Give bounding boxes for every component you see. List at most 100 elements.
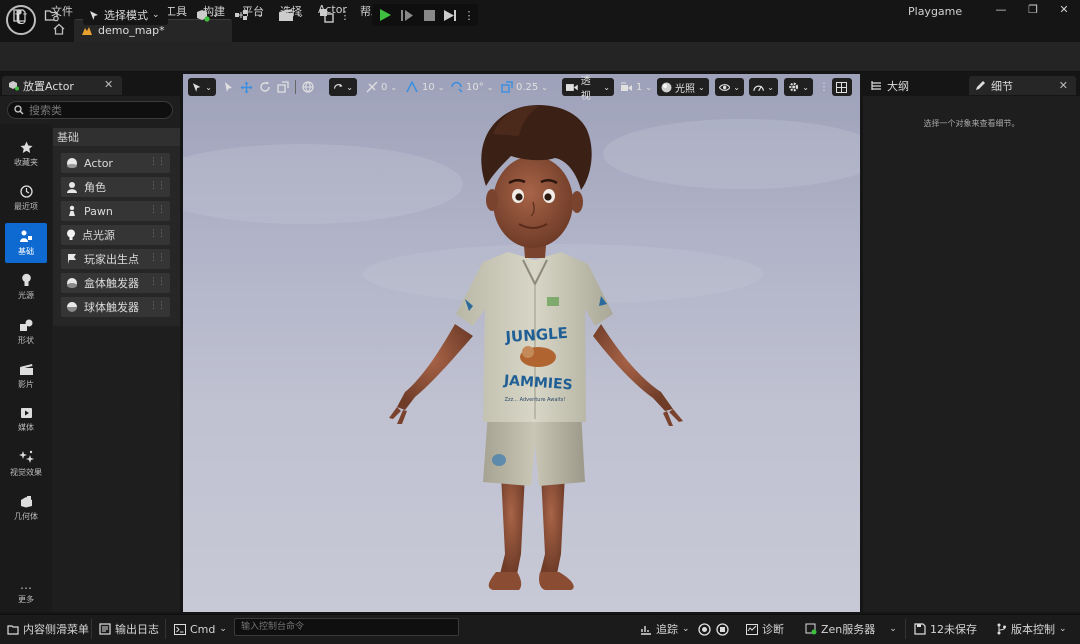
- category-more[interactable]: ⋯ 更多: [5, 575, 47, 615]
- category-lights[interactable]: 光源: [5, 267, 47, 307]
- play-icon[interactable]: [376, 4, 394, 26]
- eject-icon[interactable]: [441, 4, 459, 26]
- star-icon: [20, 141, 32, 153]
- close-window-button[interactable]: ✕: [1048, 0, 1080, 18]
- drag-grip-icon[interactable]: ⋮⋮: [149, 253, 166, 263]
- scale-snap-button[interactable]: 0.25 ⌄: [501, 78, 548, 96]
- category-geometry[interactable]: 几何体: [5, 488, 47, 528]
- select-tool-icon[interactable]: [223, 78, 234, 96]
- save-icon[interactable]: [9, 4, 29, 26]
- category-favorites[interactable]: 收藏夹: [5, 134, 47, 174]
- layout-icon: [836, 81, 847, 93]
- clock-icon: [19, 184, 33, 198]
- geometry-icon: [20, 495, 32, 507]
- category-recent[interactable]: 最近项: [5, 178, 47, 218]
- surface-snap-icon: [334, 83, 343, 89]
- move-tool-icon[interactable]: [240, 78, 253, 96]
- basic-shapes-icon: [20, 230, 32, 242]
- section-header: 基础: [53, 128, 180, 146]
- viewport-settings-button[interactable]: ⌄: [784, 78, 813, 96]
- minimize-button[interactable]: —: [985, 0, 1017, 18]
- diagnostics-button[interactable]: 诊断: [746, 619, 784, 639]
- bulb-icon: [67, 229, 75, 240]
- divider: [165, 619, 166, 639]
- category-cinematic[interactable]: 影片: [5, 356, 47, 396]
- close-tab-icon[interactable]: ✕: [1059, 79, 1068, 92]
- platforms-icon[interactable]: [317, 4, 335, 26]
- content-drawer-icon: [7, 625, 19, 635]
- drag-grip-icon[interactable]: ⋮⋮: [149, 205, 166, 215]
- cmd-dropdown[interactable]: Cmd ⌄: [174, 619, 227, 639]
- camera-speed-button[interactable]: 1 ⌄: [620, 78, 652, 96]
- close-tab-icon[interactable]: ✕: [104, 78, 113, 91]
- grid-snap-icon: [406, 81, 418, 93]
- actor-item-point-light[interactable]: 点光源 ⋮⋮: [61, 225, 170, 245]
- source-control-button[interactable]: 版本控制 ⌄: [996, 619, 1067, 639]
- cinematics-icon[interactable]: ⌄: [276, 4, 306, 26]
- translate-snap-button[interactable]: 0 ⌄: [366, 78, 397, 96]
- world-space-icon[interactable]: [302, 78, 314, 96]
- viewport-more-icon[interactable]: ⋮: [819, 78, 829, 96]
- category-visual-effects[interactable]: 视觉效果: [5, 444, 47, 484]
- details-empty-hint: 选择一个对象来查看细节。: [923, 119, 1020, 128]
- show-flags-button[interactable]: ⌄: [715, 78, 744, 96]
- actor-item-character[interactable]: 角色 ⋮⋮: [61, 177, 170, 197]
- viewport-layout-button[interactable]: [832, 78, 852, 96]
- shapes-icon: [20, 319, 33, 331]
- trace-button[interactable]: 追踪 ⌄: [640, 619, 690, 639]
- category-shapes[interactable]: 形状: [5, 312, 47, 352]
- lighting-mode-dropdown[interactable]: 光照 ⌄: [657, 78, 709, 96]
- search-placeholder: 搜索类: [29, 104, 62, 117]
- menu-tools[interactable]: 工具: [165, 3, 187, 19]
- rotate-snap-button[interactable]: 10° ⌄: [450, 78, 493, 96]
- category-media[interactable]: 媒体: [5, 400, 47, 440]
- drag-grip-icon[interactable]: ⋮⋮: [149, 181, 166, 191]
- toolbar-more-icon[interactable]: ⋮: [339, 4, 351, 26]
- actor-item-pawn[interactable]: Pawn ⋮⋮: [61, 201, 170, 221]
- content-browser-icon[interactable]: [41, 4, 63, 26]
- tab-outliner[interactable]: 大纲: [865, 76, 965, 95]
- grid-snap-button[interactable]: 10 ⌄: [406, 78, 444, 96]
- drag-grip-icon[interactable]: ⋮⋮: [149, 301, 166, 311]
- performance-button[interactable]: ⌄: [749, 78, 778, 96]
- outliner-icon: [871, 81, 881, 90]
- console-command-input[interactable]: [234, 618, 459, 636]
- category-basic[interactable]: 基础: [5, 223, 47, 263]
- rotate-tool-icon[interactable]: [259, 78, 271, 96]
- actor-item-actor[interactable]: Actor ⋮⋮: [61, 153, 170, 173]
- clapper-icon: [19, 363, 33, 375]
- branch-icon: [997, 623, 1006, 635]
- output-log-button[interactable]: 输出日志: [99, 619, 159, 639]
- actor-item-sphere-trigger[interactable]: 球体触发器 ⋮⋮: [61, 297, 170, 317]
- media-icon: [20, 408, 32, 418]
- scale-tool-icon[interactable]: [277, 78, 289, 96]
- trace-snapshot-icon[interactable]: [716, 619, 729, 639]
- actor-item-player-start[interactable]: 玩家出生点 ⋮⋮: [61, 249, 170, 269]
- actor-item-box-trigger[interactable]: 盒体触发器 ⋮⋮: [61, 273, 170, 293]
- character-icon: [67, 182, 77, 193]
- trace-record-icon[interactable]: [698, 619, 711, 639]
- drag-grip-icon[interactable]: ⋮⋮: [149, 229, 166, 239]
- camera-speed-value: 1: [636, 81, 643, 93]
- play-options-icon[interactable]: ⋮: [463, 4, 475, 26]
- select-mode-dropdown[interactable]: 选择模式 ⌄: [83, 5, 168, 25]
- content-drawer-button[interactable]: 内容侧滑菜单: [7, 619, 89, 639]
- tab-details[interactable]: 细节 ✕: [969, 76, 1076, 95]
- surface-snap-button[interactable]: ⌄: [329, 78, 357, 96]
- step-icon[interactable]: [398, 4, 416, 26]
- zen-server-button[interactable]: Zen服务器 ⌄: [805, 619, 897, 639]
- perspective-dropdown[interactable]: 透视 ⌄: [562, 76, 614, 102]
- drag-grip-icon[interactable]: ⋮⋮: [149, 157, 166, 167]
- select-mode-label: 选择模式: [104, 9, 148, 22]
- blueprint-icon[interactable]: ⌄: [233, 4, 265, 26]
- maximize-button[interactable]: ❐: [1017, 0, 1049, 18]
- camera-speed-icon: [621, 82, 632, 91]
- level-viewport[interactable]: JUNGLE JAMMIES Zzz... Adventure Awaits!: [183, 74, 860, 612]
- search-input[interactable]: 搜索类: [7, 101, 173, 119]
- drag-grip-icon[interactable]: ⋮⋮: [149, 277, 166, 287]
- unsaved-assets-button[interactable]: 12未保存: [914, 619, 977, 639]
- add-actor-button[interactable]: ⌄: [193, 4, 221, 26]
- viewport-options-button[interactable]: ⌄: [188, 78, 216, 96]
- stop-icon[interactable]: [420, 4, 438, 26]
- character-model: JUNGLE JAMMIES Zzz... Adventure Awaits!: [183, 104, 860, 590]
